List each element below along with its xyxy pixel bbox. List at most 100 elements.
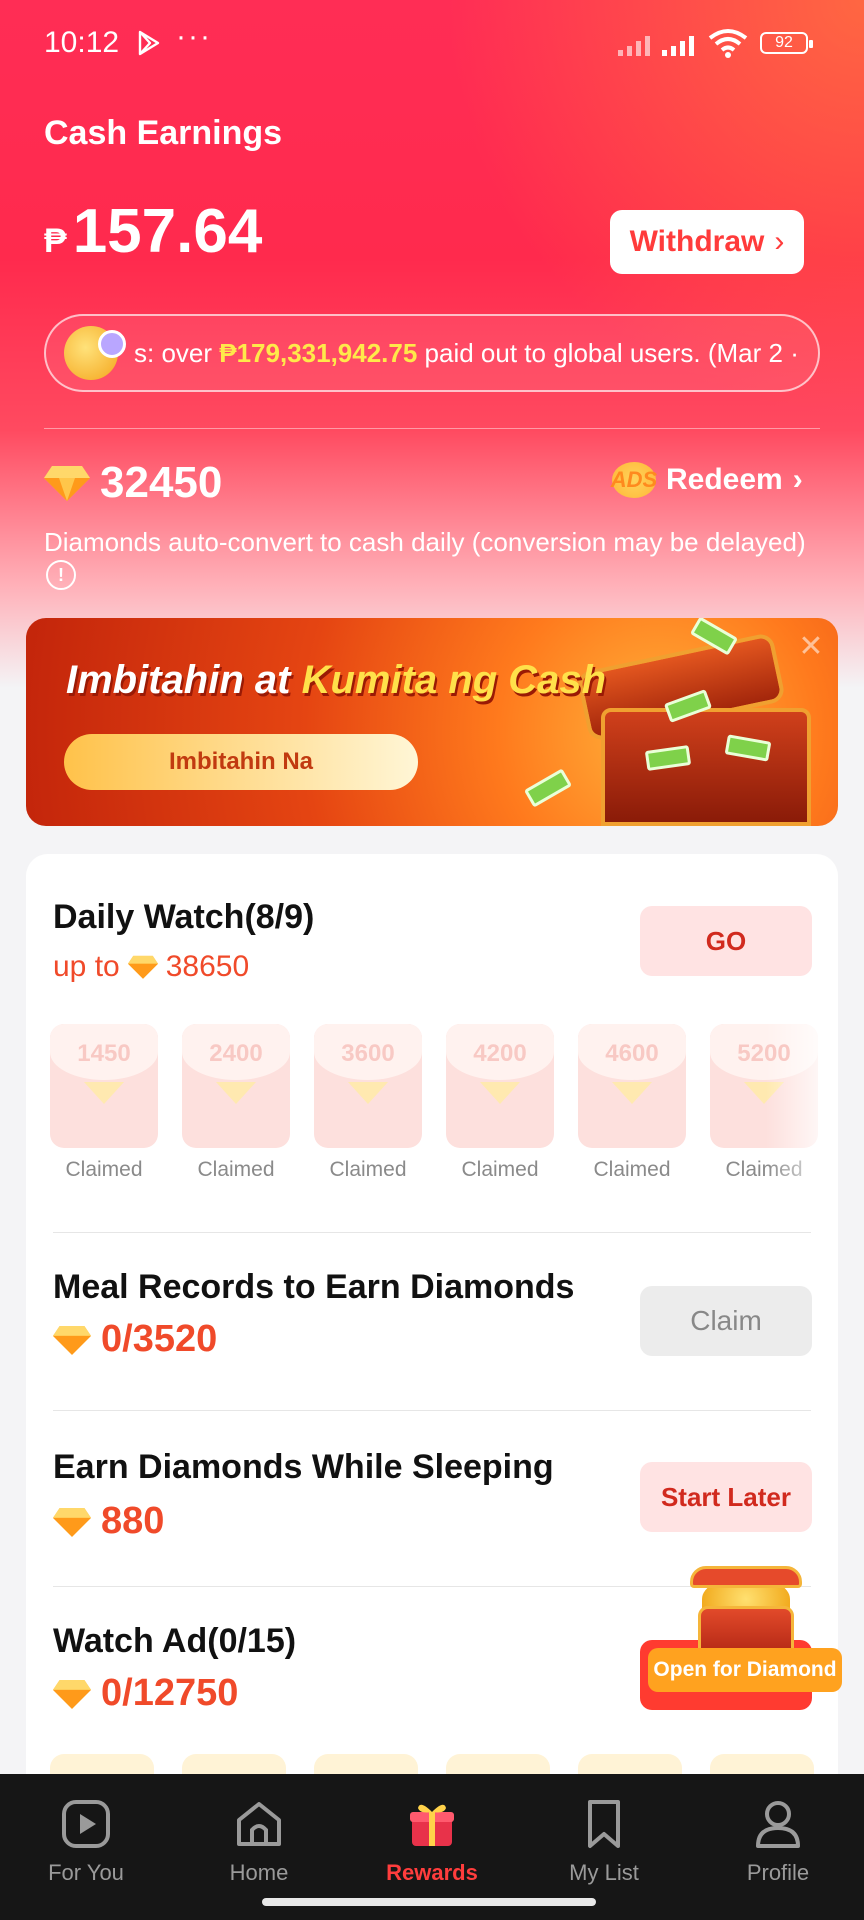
- envelope-item[interactable]: 4200 Claimed: [446, 1024, 554, 1182]
- banner-title: Imbitahin at Kumita ng Cash: [66, 658, 606, 703]
- diamond-icon: [53, 1679, 91, 1709]
- tasks-card: Daily Watch(8/9) up to 38650 GO 1450 Clai…: [26, 854, 838, 1854]
- play-icon: [62, 1800, 110, 1848]
- go-button[interactable]: GO: [640, 906, 812, 976]
- watch-ad-value: 0/12750: [53, 1672, 238, 1715]
- envelope-value: 4200: [473, 1040, 527, 1067]
- envelope-item[interactable]: 1450 Claimed: [50, 1024, 158, 1182]
- daily-watch-title: Daily Watch(8/9): [53, 898, 315, 936]
- reward-prefix: up to: [53, 950, 120, 983]
- redeem-button[interactable]: ADS Redeem ›: [611, 462, 803, 498]
- diamond-icon: [127, 955, 158, 979]
- diamond-icon: [53, 1507, 91, 1537]
- diamond-balance: 32450: [44, 458, 222, 508]
- cash-value: 157.64: [72, 197, 263, 266]
- nav-label: Home: [229, 1860, 289, 1885]
- nav-rewards[interactable]: Rewards: [362, 1798, 502, 1886]
- megaphone-emoji-icon: [64, 326, 126, 380]
- treasure-chest-icon: [601, 708, 811, 826]
- envelope-value: 5200: [737, 1040, 791, 1067]
- meal-records-title: Meal Records to Earn Diamonds: [53, 1268, 575, 1306]
- envelope-status: Claimed: [329, 1158, 407, 1181]
- envelope-value: 3600: [341, 1040, 395, 1067]
- claim-button[interactable]: Claim: [640, 1286, 812, 1356]
- watch-ad-title: Watch Ad(0/15): [53, 1622, 297, 1660]
- sleeping-value: 880: [53, 1500, 164, 1543]
- withdraw-button[interactable]: Withdraw ›: [610, 210, 804, 274]
- envelope-item[interactable]: 3600 Claimed: [314, 1024, 422, 1182]
- currency-symbol: ₱: [44, 222, 67, 260]
- red-envelope-icon: 3600: [314, 1024, 422, 1148]
- banner-title-part2: Kumita ng Cash: [301, 658, 607, 702]
- daily-watch-reward: up to 38650: [53, 950, 249, 984]
- red-envelope-icon: 4600: [578, 1024, 686, 1148]
- cash-amount: ₱ 157.64: [44, 196, 262, 267]
- envelope-status: Claimed: [461, 1158, 539, 1181]
- chest-lid: [690, 1566, 802, 1588]
- ticker-suffix: paid out to global users. (Mar 2 ·: [417, 337, 799, 368]
- more-notifications-icon: ···: [176, 20, 212, 53]
- divider: [44, 428, 820, 429]
- watch-ad-progress: 0/12750: [101, 1672, 239, 1714]
- daily-envelopes: 1450 Claimed 2400 Claimed 3600 Claimed 4200…: [50, 1024, 838, 1184]
- nav-label: For You: [48, 1860, 124, 1885]
- wifi-icon: [708, 29, 748, 58]
- reward-value: 38650: [165, 950, 250, 983]
- envelope-value: 4600: [605, 1040, 659, 1067]
- invite-banner[interactable]: Imbitahin at Kumita ng Cash Imbitahin Na…: [26, 618, 838, 826]
- sleeping-title: Earn Diamonds While Sleeping: [53, 1448, 554, 1486]
- signal-icon-2: [662, 32, 702, 56]
- nav-label: Rewards: [386, 1860, 478, 1885]
- sleeping-reward: 880: [101, 1500, 165, 1542]
- divider: [53, 1410, 811, 1411]
- envelope-value: 1450: [77, 1040, 131, 1067]
- bookmark-icon: [588, 1800, 620, 1848]
- status-bar: 10:12 ··· 92: [0, 0, 864, 86]
- ticker-text: s: over ₱179,331,942.75 paid out to glob…: [134, 338, 799, 369]
- cash-earnings-title: Cash Earnings: [44, 114, 283, 152]
- invite-button[interactable]: Imbitahin Na: [64, 734, 418, 790]
- diamond-count: 32450: [100, 458, 223, 507]
- nav-home[interactable]: Home: [189, 1798, 329, 1886]
- divider: [53, 1232, 811, 1233]
- signal-icon: [618, 32, 658, 56]
- home-indicator[interactable]: [262, 1898, 596, 1906]
- envelope-item[interactable]: 4600 Claimed: [578, 1024, 686, 1182]
- red-envelope-icon: 4200: [446, 1024, 554, 1148]
- chevron-right-icon: ›: [774, 225, 785, 258]
- payout-ticker[interactable]: s: over ₱179,331,942.75 paid out to glob…: [44, 314, 820, 392]
- envelope-value: 2400: [209, 1040, 263, 1067]
- cash-icon: [523, 768, 573, 808]
- meal-records-progress: 0/3520: [101, 1318, 218, 1360]
- battery-icon: 92: [760, 32, 813, 54]
- nav-profile[interactable]: Profile: [708, 1798, 848, 1886]
- nav-my-list[interactable]: My List: [534, 1798, 674, 1886]
- envelope-status: Claimed: [197, 1158, 275, 1181]
- play-store-icon: [138, 30, 160, 56]
- diamond-icon: [44, 466, 90, 501]
- withdraw-label: Withdraw: [629, 225, 765, 258]
- chevron-right-icon: ›: [792, 463, 803, 496]
- home-icon: [237, 1802, 281, 1846]
- red-envelope-icon: 1450: [50, 1024, 158, 1148]
- envelope-status: Claimed: [593, 1158, 671, 1181]
- gift-icon: [410, 1804, 454, 1846]
- close-icon[interactable]: ✕: [796, 632, 826, 662]
- nav-label: Profile: [746, 1860, 810, 1885]
- meal-records-value: 0/3520: [53, 1318, 217, 1361]
- open-for-diamond-button[interactable]: Open for Diamond: [648, 1648, 842, 1692]
- diamond-icon: [53, 1325, 91, 1355]
- ticker-prefix: s: over: [134, 337, 220, 368]
- envelope-status: Claimed: [65, 1158, 143, 1181]
- nav-for-you[interactable]: For You: [16, 1798, 156, 1886]
- diamond-note: Diamonds auto-convert to cash daily (con…: [44, 527, 806, 557]
- envelope-item[interactable]: 2400 Claimed: [182, 1024, 290, 1182]
- red-envelope-icon: 2400: [182, 1024, 290, 1148]
- ads-icon: ADS: [611, 462, 657, 498]
- redeem-label: Redeem: [666, 463, 783, 496]
- info-icon[interactable]: !: [46, 560, 76, 590]
- nav-label: My List: [569, 1860, 639, 1885]
- banner-title-part1: Imbitahin at: [66, 658, 302, 702]
- start-later-button[interactable]: Start Later: [640, 1462, 812, 1532]
- ticker-highlight: ₱179,331,942.75: [219, 337, 418, 368]
